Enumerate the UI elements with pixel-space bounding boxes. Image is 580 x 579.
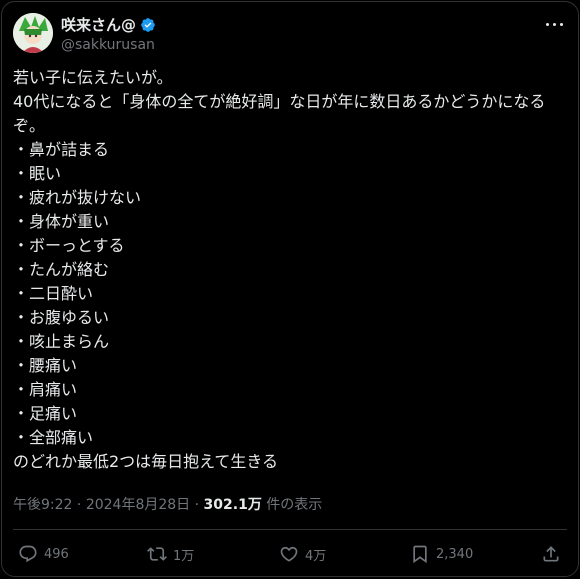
like-count: 4万 bbox=[305, 548, 327, 564]
heart-icon bbox=[280, 546, 298, 562]
like-button[interactable]: 4万 bbox=[279, 539, 326, 569]
display-name[interactable]: 咲来さん@ bbox=[61, 14, 156, 35]
meta-separator: · bbox=[194, 497, 204, 513]
tweet-intro-2: 40代になると「身体の全てが絶好調」な日が年に数日あるかどうかになるぞ。 bbox=[13, 92, 546, 135]
reply-count: 496 bbox=[44, 546, 69, 562]
avatar[interactable] bbox=[13, 13, 53, 53]
tweet-time[interactable]: 午後9:22 bbox=[13, 497, 72, 513]
more-options-icon[interactable] bbox=[544, 16, 564, 32]
list-item: 腰痛い bbox=[13, 354, 565, 378]
list-item: お腹ゆるい bbox=[13, 306, 565, 330]
tweet-text: 若い子に伝えたいが。 40代になると「身体の全てが絶好調」な日が年に数日あるかど… bbox=[13, 66, 565, 474]
list-item: 肩痛い bbox=[13, 378, 565, 402]
display-name-text[interactable]: 咲来さん@ bbox=[61, 14, 136, 35]
user-handle[interactable]: @sakkurusan bbox=[61, 37, 155, 53]
divider bbox=[13, 529, 567, 530]
action-bar: 496 1万 4万 2,340 bbox=[2, 539, 578, 569]
tweet-card: 咲来さん@ @sakkurusan 若い子に伝えたいが。 40代になると「身体の… bbox=[1, 1, 579, 577]
list-item: 全部痛い bbox=[13, 426, 565, 450]
views-label: 件の表示 bbox=[266, 497, 323, 513]
list-item: 眠い bbox=[13, 162, 565, 186]
bookmark-button[interactable]: 2,340 bbox=[410, 539, 473, 569]
tweet-date[interactable]: 2024年8月28日 bbox=[86, 497, 190, 513]
bookmark-count: 2,340 bbox=[436, 546, 474, 562]
reply-icon bbox=[19, 545, 37, 563]
retweet-button[interactable]: 1万 bbox=[147, 539, 194, 569]
list-item: 二日酔い bbox=[13, 282, 565, 306]
list-item: 身体が重い bbox=[13, 210, 565, 234]
complaint-list: 鼻が詰まる 眠い 疲れが抜けない 身体が重い ボーっとする たんが絡む 二日酔い… bbox=[13, 138, 565, 450]
list-item: 鼻が詰まる bbox=[13, 138, 565, 162]
list-item: 疲れが抜けない bbox=[13, 186, 565, 210]
retweet-icon bbox=[147, 547, 167, 561]
share-icon bbox=[543, 546, 559, 562]
meta-separator: · bbox=[76, 497, 86, 513]
reply-button[interactable]: 496 bbox=[18, 539, 69, 569]
list-item: たんが絡む bbox=[13, 258, 565, 282]
verified-badge-icon bbox=[141, 17, 155, 32]
list-item: ボーっとする bbox=[13, 234, 565, 258]
views-count[interactable]: 302.1万 bbox=[204, 497, 262, 513]
list-item: 咳止まらん bbox=[13, 330, 565, 354]
list-item: 足痛い bbox=[13, 402, 565, 426]
tweet-meta: 午後9:22 · 2024年8月28日 · 302.1万 件の表示 bbox=[13, 494, 322, 514]
bookmark-icon bbox=[413, 545, 427, 564]
tweet-outro: のどれか最低2つは毎日抱えて生きる bbox=[13, 452, 279, 471]
tweet-intro-1: 若い子に伝えたいが。 bbox=[13, 68, 173, 87]
share-button[interactable] bbox=[541, 539, 561, 569]
retweet-count: 1万 bbox=[173, 548, 195, 564]
